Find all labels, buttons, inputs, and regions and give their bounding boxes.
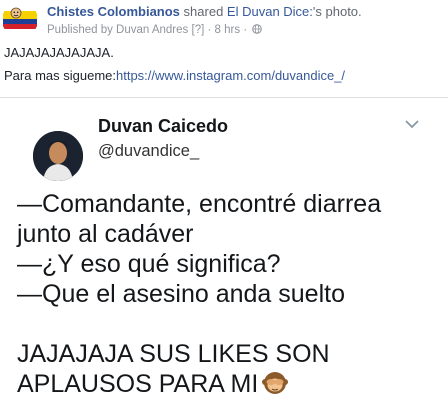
meta-separator: · bbox=[207, 24, 212, 36]
tweet-closing-text: APLAUSOS PARA MI bbox=[17, 370, 259, 398]
post-meta: Published by Duvan Andres [?] · 8 hrs · bbox=[47, 23, 263, 37]
tweet-line: —Que el asesino anda suelto bbox=[17, 280, 345, 308]
instagram-link[interactable]: https://www.instagram.com/duvandice_/ bbox=[116, 68, 345, 83]
tweet-author-name: Duvan Caicedo bbox=[98, 116, 229, 136]
post-text-prefix: Para mas sigueme: bbox=[4, 68, 116, 83]
time-separator: · bbox=[243, 24, 248, 36]
post-text: JAJAJAJAJAJAJA. Para mas sigueme:https:/… bbox=[4, 44, 444, 90]
page-avatar[interactable] bbox=[2, 2, 38, 38]
published-marker[interactable]: [?] bbox=[192, 24, 205, 36]
page-name-link[interactable]: Chistes Colombianos bbox=[47, 4, 180, 19]
colombia-flag-avatar-icon bbox=[2, 2, 38, 38]
tweet-line: —¿Y eso qué significa? bbox=[17, 250, 281, 278]
tweet-avatar bbox=[33, 131, 83, 181]
tweet-body: —Comandante, encontré diarrea junto al c… bbox=[17, 189, 442, 399]
tweet-line: —Comandante, encontré diarrea bbox=[17, 190, 382, 218]
tweet-line: junto al cadáver bbox=[17, 220, 194, 248]
post-text-link-line: Para mas sigueme:https://www.instagram.c… bbox=[4, 67, 444, 84]
tweet-closing-line: JAJAJAJA SUS LIKES SON bbox=[17, 340, 330, 368]
see-no-evil-monkey-icon bbox=[262, 372, 289, 394]
shared-text: shared bbox=[183, 4, 224, 19]
tweet-author-handle: @duvandice_ bbox=[98, 142, 200, 160]
chevron-down-icon[interactable] bbox=[404, 118, 420, 130]
post-header-line: Chistes Colombianos shared El Duvan Dice… bbox=[47, 4, 362, 20]
tweet-closing-line-with-emoji: APLAUSOS PARA MI bbox=[17, 369, 442, 399]
globe-icon[interactable] bbox=[252, 24, 263, 34]
profile-photo-icon bbox=[33, 131, 83, 181]
shared-source-link[interactable]: El Duvan Dice: bbox=[227, 4, 313, 19]
post-header: Chistes Colombianos shared El Duvan Dice… bbox=[0, 0, 448, 44]
tweet-screenshot-card[interactable]: Duvan Caicedo @duvandice_ —Comandante, e… bbox=[0, 97, 448, 414]
published-by[interactable]: Published by Duvan Andres bbox=[47, 24, 188, 36]
post-time[interactable]: 8 hrs bbox=[215, 24, 241, 36]
tweet-spacer bbox=[17, 309, 442, 339]
post-text-line: JAJAJAJAJAJAJA. bbox=[4, 45, 114, 60]
shared-suffix: 's photo. bbox=[312, 4, 362, 19]
